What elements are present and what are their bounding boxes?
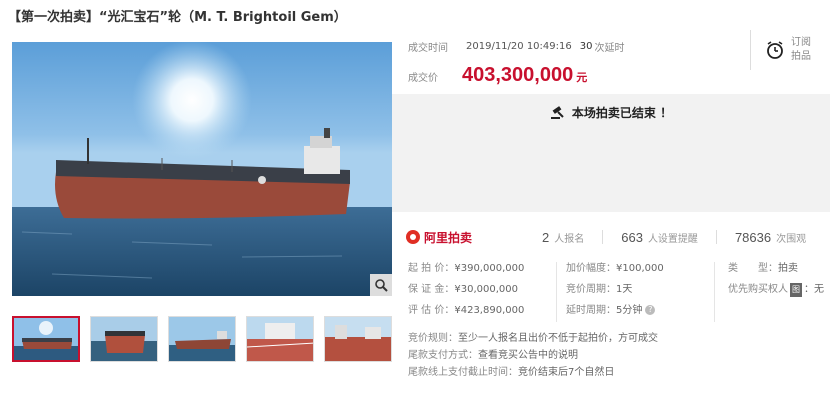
detail-appraisal: 评 估 价：¥423,890,000	[408, 304, 524, 325]
divider	[556, 262, 557, 322]
detail-bid-period: 竞价周期：1天	[566, 283, 664, 304]
deal-time-value: 2019/11/20 10:49:16	[466, 40, 572, 52]
thumbnail-1[interactable]	[12, 316, 80, 362]
rule-label: 尾款线上支付截止时间：	[408, 367, 518, 378]
rule-label: 尾款支付方式：	[408, 350, 478, 361]
thumbnail-4[interactable]	[246, 316, 314, 362]
auction-rules: 竞价规则：至少一人报名且出价不低于起拍价，方可成交 尾款支付方式：查看竞买公告中…	[408, 332, 658, 383]
detail-label: 加价幅度：	[566, 263, 616, 274]
stat-reminders-label: 人设置提醒	[647, 233, 698, 245]
detail-priority-buyer: 优先购买权人图：无	[728, 283, 824, 304]
detail-label: 评 估 价：	[408, 305, 455, 316]
stat-signups-label: 人报名	[554, 233, 585, 245]
detail-delay-period: 延时周期：5分钟?	[566, 304, 664, 325]
detail-label: 延时周期：	[566, 305, 616, 316]
rule-value[interactable]: 查看竞买公告中的说明	[478, 350, 578, 361]
rule-label: 竞价规则：	[408, 333, 458, 344]
detail-deposit: 保 证 金：¥30,000,000	[408, 283, 524, 304]
stat-signups: 2 人报名	[542, 230, 584, 245]
alarm-clock-icon	[767, 41, 783, 59]
platform-logo[interactable]: 阿里拍卖	[406, 229, 542, 246]
stat-views-label: 次围观	[776, 233, 807, 245]
rule-payment-deadline: 尾款线上支付截止时间：竞价结束后7个自然日	[408, 366, 658, 383]
divider	[714, 262, 715, 322]
info-badge-icon[interactable]: 图	[790, 283, 802, 297]
gavel-icon	[550, 105, 564, 119]
detail-value: ¥390,000,000	[454, 263, 525, 274]
delay-suffix: 次延时	[594, 42, 625, 54]
detail-value: ：无	[804, 284, 824, 295]
stat-reminders-num: 663	[621, 229, 643, 245]
stat-views: 78636 次围观	[735, 230, 806, 245]
main-product-image[interactable]	[12, 42, 392, 296]
status-text: 本场拍卖已结束 ！	[571, 106, 673, 120]
zoom-button[interactable]	[370, 274, 392, 296]
tanker-photo	[12, 42, 392, 296]
stat-views-num: 78636	[734, 229, 772, 245]
follow-button[interactable]: 订阅 拍品	[750, 30, 820, 70]
detail-label: 优先购买权人	[728, 284, 788, 295]
magnifier-icon	[375, 279, 388, 292]
rule-bidding: 竞价规则：至少一人报名且出价不低于起拍价，方可成交	[408, 332, 658, 349]
deal-price-unit: 元	[576, 71, 588, 84]
detail-label: 竞价周期：	[566, 284, 616, 295]
stat-signups-num: 2	[542, 229, 550, 245]
stats-bar: 阿里拍卖 2 人报名 663 人设置提醒 78636 次围观	[392, 224, 830, 250]
delay-count: 30	[579, 40, 593, 52]
rule-payment-method: 尾款支付方式：查看竞买公告中的说明	[408, 349, 658, 366]
detail-increment: 加价幅度：¥100,000	[566, 262, 664, 283]
thumbnail-strip	[12, 316, 392, 362]
detail-value: 1天	[616, 284, 633, 295]
detail-value: 5分钟	[616, 305, 643, 316]
thumbnail-5[interactable]	[324, 316, 392, 362]
divider	[715, 230, 717, 244]
detail-start-price: 起 拍 价：¥390,000,000	[408, 262, 524, 283]
deal-price-label: 成交价	[408, 73, 438, 84]
detail-label: 保 证 金：	[408, 284, 455, 295]
deal-time-label: 成交时间	[408, 42, 448, 54]
divider	[602, 230, 604, 244]
rule-value: 竞价结束后7个自然日	[518, 367, 615, 378]
rule-value: 至少一人报名且出价不低于起拍价，方可成交	[458, 333, 658, 344]
page-title: 【第一次拍卖】“光汇宝石”轮（M. T. Brightoil Gem）	[8, 10, 347, 25]
deal-info: 成交时间 2019/11/20 10:49:16 30 次延时 成交价 403,…	[408, 38, 748, 87]
follow-label-1: 订阅	[791, 37, 811, 48]
status-banner: 本场拍卖已结束 ！	[392, 94, 830, 212]
thumbnail-3[interactable]	[168, 316, 236, 362]
follow-label-2: 拍品	[791, 51, 811, 62]
detail-value: ¥30,000,000	[454, 284, 518, 295]
detail-label: 类 型：	[728, 263, 778, 274]
detail-label: 起 拍 价：	[408, 263, 455, 274]
detail-value: 拍卖	[778, 263, 798, 274]
platform-name: 阿里拍卖	[424, 230, 473, 245]
help-icon[interactable]: ?	[645, 305, 656, 315]
stat-reminders: 663 人设置提醒	[621, 230, 698, 245]
thumbnail-2[interactable]	[90, 316, 158, 362]
deal-price: 403,300,000	[462, 64, 574, 86]
detail-type: 类 型：拍卖	[728, 262, 824, 283]
ali-logo-icon	[406, 230, 420, 244]
detail-value: ¥100,000	[616, 263, 664, 274]
detail-value: ¥423,890,000	[454, 305, 525, 316]
